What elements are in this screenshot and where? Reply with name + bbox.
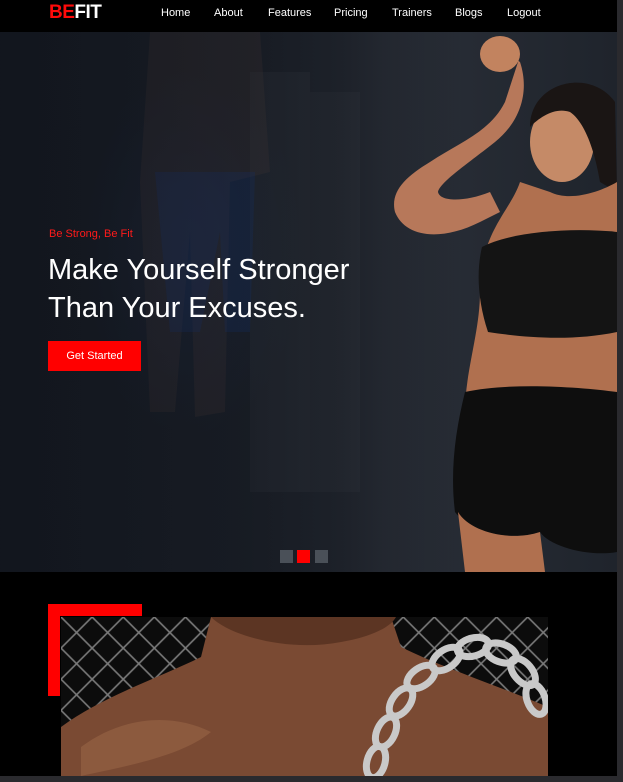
hero-headline-line2: Than Your Excuses. <box>48 292 306 324</box>
nav-link-logout[interactable]: Logout <box>507 7 541 19</box>
page: BEFIT Home About Features Pricing Traine… <box>0 0 617 776</box>
red-frame-accent-vertical <box>48 604 60 696</box>
nav-link-features[interactable]: Features <box>268 7 311 19</box>
navbar: BEFIT Home About Features Pricing Traine… <box>0 0 617 32</box>
get-started-button[interactable]: Get Started <box>48 341 141 371</box>
about-photo-illustration <box>61 617 548 776</box>
hero-headline-line1: Make Yourself Stronger <box>48 254 350 286</box>
logo-text-be: BE <box>49 2 75 23</box>
slider-dot-3[interactable] <box>315 550 328 563</box>
nav-link-pricing[interactable]: Pricing <box>334 7 368 19</box>
slider-dot-2-active[interactable] <box>297 550 310 563</box>
nav-link-home[interactable]: Home <box>161 7 190 19</box>
logo-text-fit: FIT <box>74 2 102 23</box>
nav-link-blogs[interactable]: Blogs <box>455 7 483 19</box>
hero-tagline: Be Strong, Be Fit <box>49 228 133 240</box>
nav-link-about[interactable]: About <box>214 7 243 19</box>
about-image <box>61 617 548 776</box>
red-frame-accent-horizontal <box>48 604 142 616</box>
slider-dot-1[interactable] <box>280 550 293 563</box>
about-section <box>0 572 617 776</box>
hero-headline: Make Yourself Stronger Than Your Excuses… <box>48 251 428 327</box>
brand-logo[interactable]: BEFIT <box>49 2 102 24</box>
nav-link-trainers[interactable]: Trainers <box>392 7 432 19</box>
hero-slider: Be Strong, Be Fit Make Yourself Stronger… <box>0 32 617 572</box>
